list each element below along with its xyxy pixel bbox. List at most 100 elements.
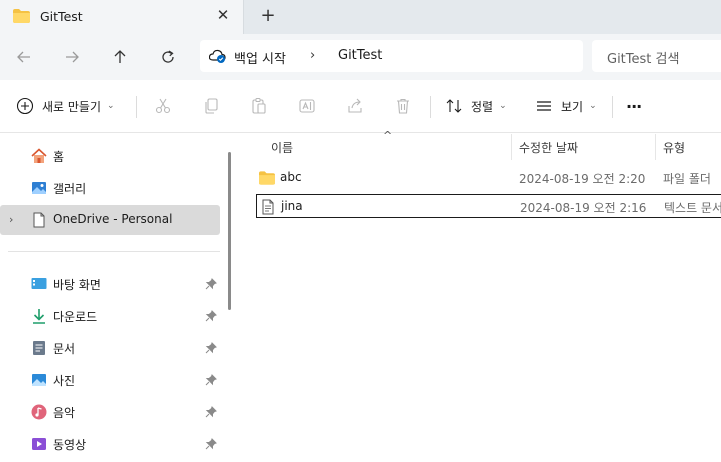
- tab-title: GitTest: [40, 9, 83, 24]
- gallery-icon: [32, 182, 46, 194]
- sidebar-item-label: 문서: [53, 342, 76, 356]
- chevron-down-icon: ⌄: [499, 101, 507, 111]
- sidebar-item-label: 갤러리: [53, 182, 87, 196]
- pin-icon[interactable]: [205, 342, 217, 354]
- paste-button[interactable]: [250, 94, 268, 118]
- search-box[interactable]: GitTest 검색: [592, 40, 721, 72]
- sidebar-item-downloads[interactable]: 다운로드: [0, 301, 220, 331]
- scissors-icon: [155, 98, 171, 114]
- sidebar-item-label: 동영상: [53, 438, 87, 452]
- sidebar-item-label: 사진: [53, 374, 76, 388]
- sidebar-item-music[interactable]: 음악: [0, 397, 220, 427]
- pin-icon[interactable]: [205, 438, 217, 450]
- documents-icon: [33, 341, 45, 355]
- pin-icon[interactable]: [205, 374, 217, 386]
- address-row: 백업 시작 › GitTest GitTest 검색: [0, 34, 721, 80]
- music-icon: [31, 404, 47, 420]
- divider: [430, 96, 431, 118]
- address-bar[interactable]: 백업 시작 › GitTest: [200, 40, 583, 72]
- clipboard-icon: [252, 98, 266, 114]
- forward-button[interactable]: [60, 46, 84, 68]
- file-list: ^ 이름 수정한 날짜 유형 abc 2024-08-19 오전 2:20 파일…: [238, 129, 721, 462]
- divider: [8, 251, 220, 252]
- delete-button[interactable]: [394, 94, 412, 118]
- divider: [612, 96, 613, 118]
- folder-icon: [13, 9, 30, 23]
- new-label: 새로 만들기: [42, 99, 102, 114]
- file-name: abc: [280, 170, 302, 184]
- share-icon: [348, 98, 362, 113]
- folder-icon: [259, 171, 275, 185]
- sort-button[interactable]: 정렬 ⌄: [445, 94, 507, 118]
- refresh-button[interactable]: [156, 46, 180, 68]
- sort-label: 정렬: [471, 99, 494, 114]
- column-divider[interactable]: [655, 134, 656, 160]
- command-bar: 새로 만들기 ⌄ 정렬 ⌄ 보기 ⌄ ···: [0, 80, 721, 133]
- videos-icon: [32, 438, 46, 450]
- new-button[interactable]: 새로 만들기 ⌄: [16, 94, 115, 118]
- sidebar-item-label: 바탕 화면: [53, 278, 101, 292]
- up-button[interactable]: [108, 46, 132, 68]
- file-name: jina: [281, 199, 303, 213]
- pin-icon[interactable]: [205, 406, 217, 418]
- document-icon: [33, 212, 45, 228]
- breadcrumb-root[interactable]: 백업 시작: [234, 48, 286, 67]
- home-icon: [31, 148, 47, 163]
- new-tab-button[interactable]: +: [258, 6, 278, 26]
- more-options-button[interactable]: ···: [626, 94, 642, 118]
- chevron-right-icon[interactable]: ›: [9, 213, 13, 226]
- download-icon: [33, 309, 45, 324]
- file-date: 2024-08-19 오전 2:20: [519, 172, 646, 186]
- sidebar-item-label: 음악: [53, 406, 76, 420]
- arrow-up-icon: [114, 50, 126, 63]
- desktop-icon: [31, 278, 47, 289]
- view-button[interactable]: 보기 ⌄: [535, 94, 597, 118]
- search-input[interactable]: GitTest 검색: [607, 48, 679, 67]
- pin-icon[interactable]: [205, 310, 217, 322]
- pictures-icon: [32, 374, 46, 386]
- sidebar-item-label: OneDrive - Personal: [53, 212, 173, 226]
- table-row[interactable]: jina 2024-08-19 오전 2:16 텍스트 문서: [256, 194, 721, 218]
- view-label: 보기: [561, 99, 584, 114]
- column-header-date[interactable]: 수정한 날짜: [519, 139, 578, 163]
- back-button[interactable]: [12, 46, 36, 68]
- sidebar-item-documents[interactable]: 문서: [0, 333, 220, 363]
- chevron-down-icon: ⌄: [589, 101, 597, 111]
- column-divider[interactable]: [511, 134, 512, 160]
- sidebar-item-onedrive[interactable]: › OneDrive - Personal: [0, 205, 220, 235]
- trash-icon: [397, 98, 409, 114]
- close-tab-icon[interactable]: ✕: [215, 7, 231, 23]
- sidebar-scrollbar[interactable]: [228, 152, 231, 310]
- pin-icon[interactable]: [205, 278, 217, 290]
- rename-icon: [299, 99, 315, 113]
- cut-button[interactable]: [154, 94, 172, 118]
- breadcrumb-separator[interactable]: ›: [310, 48, 315, 63]
- chevron-down-icon: ⌄: [107, 101, 115, 111]
- sort-icon: [446, 99, 462, 113]
- text-file-icon: [262, 199, 274, 215]
- breadcrumb-current[interactable]: GitTest: [338, 48, 382, 63]
- copy-button[interactable]: [202, 94, 220, 118]
- sidebar-item-gallery[interactable]: 갤러리: [0, 173, 220, 203]
- column-header-name[interactable]: 이름: [271, 139, 293, 163]
- plus-circle-icon: [16, 97, 34, 115]
- onedrive-backup-icon: [209, 49, 226, 63]
- sidebar-item-pictures[interactable]: 사진: [0, 365, 220, 395]
- table-row[interactable]: abc 2024-08-19 오전 2:20 파일 폴더: [256, 166, 721, 190]
- copy-icon: [205, 98, 218, 114]
- sort-indicator-icon: ^: [383, 129, 393, 142]
- column-header-type[interactable]: 유형: [663, 139, 685, 163]
- navigation-pane: 홈 갤러리 › OneDrive - Personal 바탕 화면 다운로드 문…: [0, 134, 238, 462]
- share-button[interactable]: [346, 94, 364, 118]
- title-bar: GitTest ✕ +: [0, 0, 721, 34]
- sidebar-item-home[interactable]: 홈: [0, 141, 220, 171]
- divider: [136, 96, 137, 118]
- arrow-left-icon: [17, 51, 30, 63]
- sidebar-item-videos[interactable]: 동영상: [0, 429, 220, 459]
- rename-button[interactable]: [298, 94, 316, 118]
- tab-gittest[interactable]: GitTest ✕: [0, 0, 244, 34]
- view-list-icon: [537, 101, 551, 111]
- file-date: 2024-08-19 오전 2:16: [520, 201, 647, 215]
- refresh-icon: [162, 50, 174, 63]
- sidebar-item-desktop[interactable]: 바탕 화면: [0, 269, 220, 299]
